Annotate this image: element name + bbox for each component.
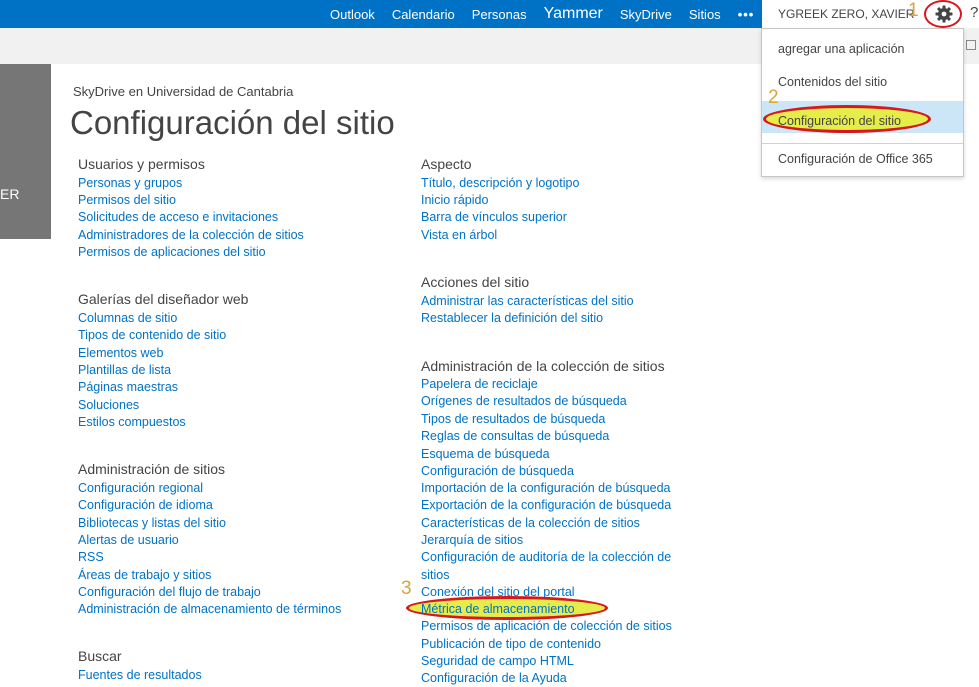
link-permisos-aplicaciones[interactable]: Permisos de aplicaciones del sitio — [78, 245, 266, 259]
suite-nav: Outlook Calendario Personas Yammer SkyDr… — [330, 0, 771, 28]
suite-bar: Outlook Calendario Personas Yammer SkyDr… — [0, 0, 979, 28]
annotation-step-1: 1 — [908, 0, 919, 21]
link-papelera-reciclaje[interactable]: Papelera de reciclaje — [421, 377, 538, 391]
link-personas-y-grupos[interactable]: Personas y grupos — [78, 176, 182, 190]
link-configuracion-auditoria-cont[interactable]: sitios — [421, 568, 449, 582]
link-alertas-usuario[interactable]: Alertas de usuario — [78, 533, 179, 547]
help-icon[interactable]: ? — [970, 4, 978, 21]
link-titulo-descripcion[interactable]: Título, descripción y logotipo — [421, 176, 579, 190]
section-heading-acciones: Acciones del sitio — [421, 274, 530, 290]
link-elementos-web[interactable]: Elementos web — [78, 346, 163, 360]
link-jerarquia-sitios[interactable]: Jerarquía de sitios — [421, 533, 523, 547]
link-rss[interactable]: RSS — [78, 550, 104, 564]
link-plantillas-lista[interactable]: Plantillas de lista — [78, 363, 171, 377]
user-area: YGREEK ZERO, XAVIER 1 ? — [762, 0, 979, 28]
link-columnas-sitio[interactable]: Columnas de sitio — [78, 311, 177, 325]
nav-skydrive[interactable]: SkyDrive — [620, 7, 672, 22]
menu-item-contenidos-sitio[interactable]: Contenidos del sitio — [778, 75, 887, 89]
nav-more-button[interactable]: ••• — [738, 7, 755, 22]
link-reglas-consultas[interactable]: Reglas de consultas de búsqueda — [421, 429, 609, 443]
link-esquema-busqueda[interactable]: Esquema de búsqueda — [421, 447, 550, 461]
section-heading-aspecto: Aspecto — [421, 156, 472, 172]
link-configuracion-idioma[interactable]: Configuración de idioma — [78, 498, 213, 512]
link-bibliotecas-listas[interactable]: Bibliotecas y listas del sitio — [78, 516, 226, 530]
site-logo-block[interactable] — [0, 64, 51, 239]
link-caracteristicas-coleccion[interactable]: Características de la colección de sitio… — [421, 516, 640, 530]
nav-sitios[interactable]: Sitios — [689, 7, 721, 22]
link-publicacion-tipo-contenido[interactable]: Publicación de tipo de contenido — [421, 637, 601, 651]
link-seguridad-campo-html[interactable]: Seguridad de campo HTML — [421, 654, 574, 668]
link-tipos-contenido[interactable]: Tipos de contenido de sitio — [78, 328, 226, 342]
nav-yammer[interactable]: Yammer — [544, 5, 603, 23]
menu-item-agregar-aplicacion[interactable]: agregar una aplicación — [778, 42, 904, 56]
focus-content-icon[interactable] — [966, 40, 976, 50]
section-heading-usuarios: Usuarios y permisos — [78, 156, 205, 172]
link-permisos-sitio[interactable]: Permisos del sitio — [78, 193, 176, 207]
section-heading-buscar: Buscar — [78, 648, 122, 664]
site-logo-label: ER — [0, 186, 20, 202]
link-configuracion-auditoria[interactable]: Configuración de auditoría de la colecci… — [421, 550, 671, 564]
link-solicitudes-acceso[interactable]: Solicitudes de acceso e invitaciones — [78, 210, 278, 224]
nav-calendario[interactable]: Calendario — [392, 7, 455, 22]
page-title: Configuración del sitio — [70, 104, 395, 141]
link-inicio-rapido[interactable]: Inicio rápido — [421, 193, 488, 207]
nav-outlook[interactable]: Outlook — [330, 7, 375, 22]
link-permisos-aplicacion-coleccion[interactable]: Permisos de aplicación de colección de s… — [421, 619, 672, 633]
menu-item-configuracion-office365[interactable]: Configuración de Office 365 — [778, 152, 933, 166]
section-heading-admin-sitios: Administración de sitios — [78, 461, 226, 477]
link-soluciones[interactable]: Soluciones — [78, 398, 139, 412]
section-heading-coleccion: Administración de la colección de sitios — [421, 358, 665, 374]
link-importacion-configuracion[interactable]: Importación de la configuración de búsqu… — [421, 481, 670, 495]
link-tipos-resultados[interactable]: Tipos de resultados de búsqueda — [421, 412, 605, 426]
breadcrumb[interactable]: SkyDrive en Universidad de Cantabria — [73, 84, 293, 99]
link-barra-vinculos[interactable]: Barra de vínculos superior — [421, 210, 567, 224]
section-heading-galerias: Galerías del diseñador web — [78, 291, 249, 307]
link-administrar-caracteristicas[interactable]: Administrar las características del siti… — [421, 294, 634, 308]
link-configuracion-ayuda[interactable]: Configuración de la Ayuda — [421, 671, 567, 685]
link-vista-arbol[interactable]: Vista en árbol — [421, 228, 497, 242]
settings-menu: agregar una aplicación Contenidos del si… — [761, 28, 964, 177]
link-origenes-resultados[interactable]: Orígenes de resultados de búsqueda — [421, 394, 627, 408]
user-name-menu[interactable]: YGREEK ZERO, XAVIER — [778, 7, 914, 21]
link-restablecer-definicion[interactable]: Restablecer la definición del sitio — [421, 311, 603, 325]
link-estilos-compuestos[interactable]: Estilos compuestos — [78, 415, 186, 429]
annotation-ring-gear — [924, 0, 962, 28]
link-paginas-maestras[interactable]: Páginas maestras — [78, 380, 178, 394]
link-metrica-almacenamiento[interactable]: Métrica de almacenamiento — [421, 602, 575, 616]
link-almacenamiento-terminos[interactable]: Administración de almacenamiento de térm… — [78, 602, 341, 616]
annotation-step-2: 2 — [768, 87, 779, 108]
link-fuentes-resultados[interactable]: Fuentes de resultados — [78, 668, 202, 682]
link-exportacion-configuracion[interactable]: Exportación de la configuración de búsqu… — [421, 498, 671, 512]
menu-item-configuracion-sitio[interactable]: Configuración del sitio — [778, 114, 901, 128]
link-areas-trabajo[interactable]: Áreas de trabajo y sitios — [78, 568, 211, 582]
link-configuracion-regional[interactable]: Configuración regional — [78, 481, 203, 495]
link-flujo-trabajo[interactable]: Configuración del flujo de trabajo — [78, 585, 261, 599]
nav-personas[interactable]: Personas — [472, 7, 527, 22]
link-administradores-coleccion[interactable]: Administradores de la colección de sitio… — [78, 228, 304, 242]
menu-divider — [762, 143, 963, 144]
annotation-step-3: 3 — [401, 578, 412, 599]
link-configuracion-busqueda[interactable]: Configuración de búsqueda — [421, 464, 574, 478]
